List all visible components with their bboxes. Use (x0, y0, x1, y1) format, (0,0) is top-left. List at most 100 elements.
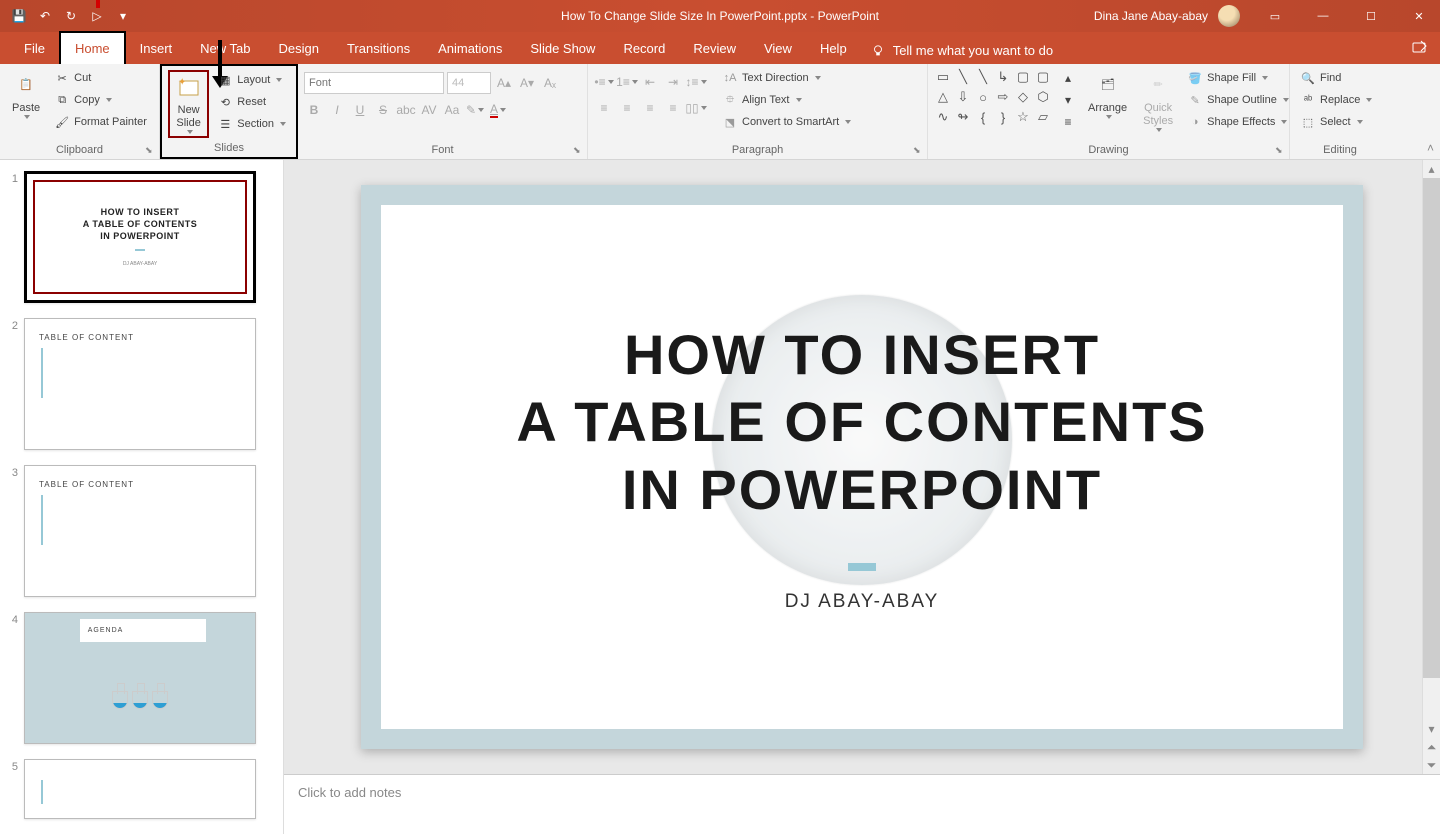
shape-triangle-icon[interactable]: △ (934, 88, 952, 106)
bullets-icon[interactable]: •≡ (594, 72, 614, 92)
slide-author[interactable]: DJ ABAY-ABAY (785, 591, 940, 613)
undo-icon[interactable]: ↶ (36, 7, 54, 25)
scroll-up-icon[interactable]: ▴ (1423, 160, 1440, 178)
align-right-icon[interactable]: ≡ (640, 98, 660, 118)
next-slide-icon[interactable]: ⏷ (1423, 756, 1440, 774)
dialog-launcher-icon[interactable]: ⬊ (913, 145, 923, 155)
main-slide[interactable]: HOW TO INSERT A TABLE OF CONTENTS IN POW… (361, 185, 1363, 749)
italic-button[interactable]: I (327, 100, 347, 120)
shape-curve-icon[interactable]: ∿ (934, 108, 952, 126)
thumbnail-row[interactable]: 4 AGENDA (0, 609, 283, 756)
scroll-down-icon[interactable]: ▾ (1423, 720, 1440, 738)
thumbnail-row[interactable]: 1 HOW TO INSERT A TABLE OF CONTENTS IN P… (0, 168, 283, 315)
arrange-button[interactable]: 🗂 Arrange (1082, 68, 1133, 123)
strike-button[interactable]: S (373, 100, 393, 120)
tab-insert[interactable]: Insert (126, 33, 187, 64)
shape-line-icon[interactable]: ╲ (954, 68, 972, 86)
clear-format-icon[interactable]: Aₓ (540, 73, 560, 93)
slide-canvas[interactable]: HOW TO INSERT A TABLE OF CONTENTS IN POW… (284, 160, 1440, 774)
indent-inc-icon[interactable]: ⇥ (663, 72, 683, 92)
slide-title[interactable]: HOW TO INSERT A TABLE OF CONTENTS IN POW… (516, 321, 1207, 523)
shape-hex-icon[interactable]: ⬡ (1034, 88, 1052, 106)
format-painter-button[interactable]: 🖌Format Painter (50, 112, 151, 132)
tab-help[interactable]: Help (806, 33, 861, 64)
thumbnail-4[interactable]: AGENDA (24, 612, 256, 744)
thumbnail-2[interactable]: TABLE OF CONTENT (24, 318, 256, 450)
shape-roundrect-icon[interactable]: ▢ (1034, 68, 1052, 86)
qat-more-icon[interactable]: ▾ (114, 7, 132, 25)
tell-me[interactable]: Tell me what you want to do (861, 37, 1063, 64)
tab-view[interactable]: View (750, 33, 806, 64)
font-size-combo[interactable] (447, 72, 491, 94)
justify-icon[interactable]: ≡ (663, 98, 683, 118)
decrease-font-icon[interactable]: A▾ (517, 73, 537, 93)
underline-button[interactable]: U (350, 100, 370, 120)
align-text-button[interactable]: ⯐Align Text (718, 90, 855, 110)
close-button[interactable]: ✕ (1398, 0, 1440, 32)
tab-home[interactable]: Home (59, 31, 126, 64)
shape-gallery[interactable]: ▭ ╲ ╲ ↳ ▢ ▢ △ ⇩ ○ ⇨ ◇ ⬡ ∿ ↬ { } ☆ ▱ (934, 68, 1052, 126)
shape-callout-icon[interactable]: ▱ (1034, 108, 1052, 126)
shape-diamond-icon[interactable]: ◇ (1014, 88, 1032, 106)
paste-button[interactable]: 📋 Paste (6, 68, 46, 123)
shape-more-up-icon[interactable]: ▴ (1058, 68, 1078, 88)
copy-button[interactable]: ⧉Copy (50, 90, 151, 110)
dialog-launcher-icon[interactable]: ⬊ (145, 145, 155, 155)
thumbnail-1[interactable]: HOW TO INSERT A TABLE OF CONTENTS IN POW… (24, 171, 256, 303)
layout-button[interactable]: ▦Layout (213, 70, 290, 90)
shape-brace-icon[interactable]: { (974, 108, 992, 126)
new-slide-button[interactable]: ✦ New Slide (168, 70, 209, 138)
text-direction-button[interactable]: ↕AText Direction (718, 68, 855, 88)
reset-button[interactable]: ⟲Reset (213, 92, 290, 112)
tab-file[interactable]: File (10, 33, 59, 64)
bold-button[interactable]: B (304, 100, 324, 120)
redo-icon[interactable]: ↻ (62, 7, 80, 25)
minimize-button[interactable]: — (1302, 0, 1344, 32)
increase-font-icon[interactable]: A▴ (494, 73, 514, 93)
scroll-thumb[interactable] (1423, 178, 1440, 678)
shape-star-icon[interactable]: ☆ (1014, 108, 1032, 126)
highlight-icon[interactable]: ✎ (465, 100, 485, 120)
thumbnail-row[interactable]: 3 TABLE OF CONTENT (0, 462, 283, 609)
numbering-icon[interactable]: 1≡ (617, 72, 637, 92)
align-left-icon[interactable]: ≡ (594, 98, 614, 118)
shape-brace2-icon[interactable]: } (994, 108, 1012, 126)
dialog-launcher-icon[interactable]: ⬊ (1275, 145, 1285, 155)
prev-slide-icon[interactable]: ⏶ (1423, 738, 1440, 756)
replace-button[interactable]: ᵃᵇReplace (1296, 90, 1376, 110)
section-button[interactable]: ☰Section (213, 114, 290, 134)
font-family-combo[interactable] (304, 72, 444, 94)
user-avatar-icon[interactable] (1218, 5, 1240, 27)
dialog-launcher-icon[interactable]: ⬊ (573, 145, 583, 155)
align-center-icon[interactable]: ≡ (617, 98, 637, 118)
thumbnail-row[interactable]: 2 TABLE OF CONTENT (0, 315, 283, 462)
shape-arrowdn-icon[interactable]: ⇩ (954, 88, 972, 106)
tab-record[interactable]: Record (609, 33, 679, 64)
save-icon[interactable]: 💾 (10, 7, 28, 25)
shape-circle-icon[interactable]: ○ (974, 88, 992, 106)
tab-animations[interactable]: Animations (424, 33, 516, 64)
shape-more-down-icon[interactable]: ▾ (1058, 90, 1078, 110)
tab-review[interactable]: Review (679, 33, 750, 64)
vertical-scrollbar[interactable]: ▴ ▾ ⏶ ⏷ (1422, 160, 1440, 774)
change-case-icon[interactable]: Aa (442, 100, 462, 120)
shape-fill-button[interactable]: 🪣Shape Fill (1183, 68, 1293, 88)
shape-square-icon[interactable]: ▢ (1014, 68, 1032, 86)
tab-transitions[interactable]: Transitions (333, 33, 424, 64)
shape-line2-icon[interactable]: ╲ (974, 68, 992, 86)
slide-thumbnails-panel[interactable]: 1 HOW TO INSERT A TABLE OF CONTENTS IN P… (0, 160, 284, 834)
smartart-button[interactable]: ⬔Convert to SmartArt (718, 112, 855, 132)
columns-icon[interactable]: ▯▯ (686, 98, 706, 118)
shape-more-all-icon[interactable]: ≡ (1058, 112, 1078, 132)
share-icon[interactable] (1412, 40, 1428, 56)
indent-dec-icon[interactable]: ⇤ (640, 72, 660, 92)
notes-pane[interactable]: Click to add notes (284, 774, 1440, 834)
ribbon-display-icon[interactable]: ▭ (1254, 0, 1296, 32)
shape-connector-icon[interactable]: ↳ (994, 68, 1012, 86)
tab-newtab[interactable]: New Tab (186, 33, 264, 64)
collapse-ribbon-icon[interactable]: ˄ (1427, 141, 1434, 155)
thumbnail-3[interactable]: TABLE OF CONTENT (24, 465, 256, 597)
thumbnail-5[interactable] (24, 759, 256, 819)
tab-slideshow[interactable]: Slide Show (516, 33, 609, 64)
maximize-button[interactable]: ☐ (1350, 0, 1392, 32)
